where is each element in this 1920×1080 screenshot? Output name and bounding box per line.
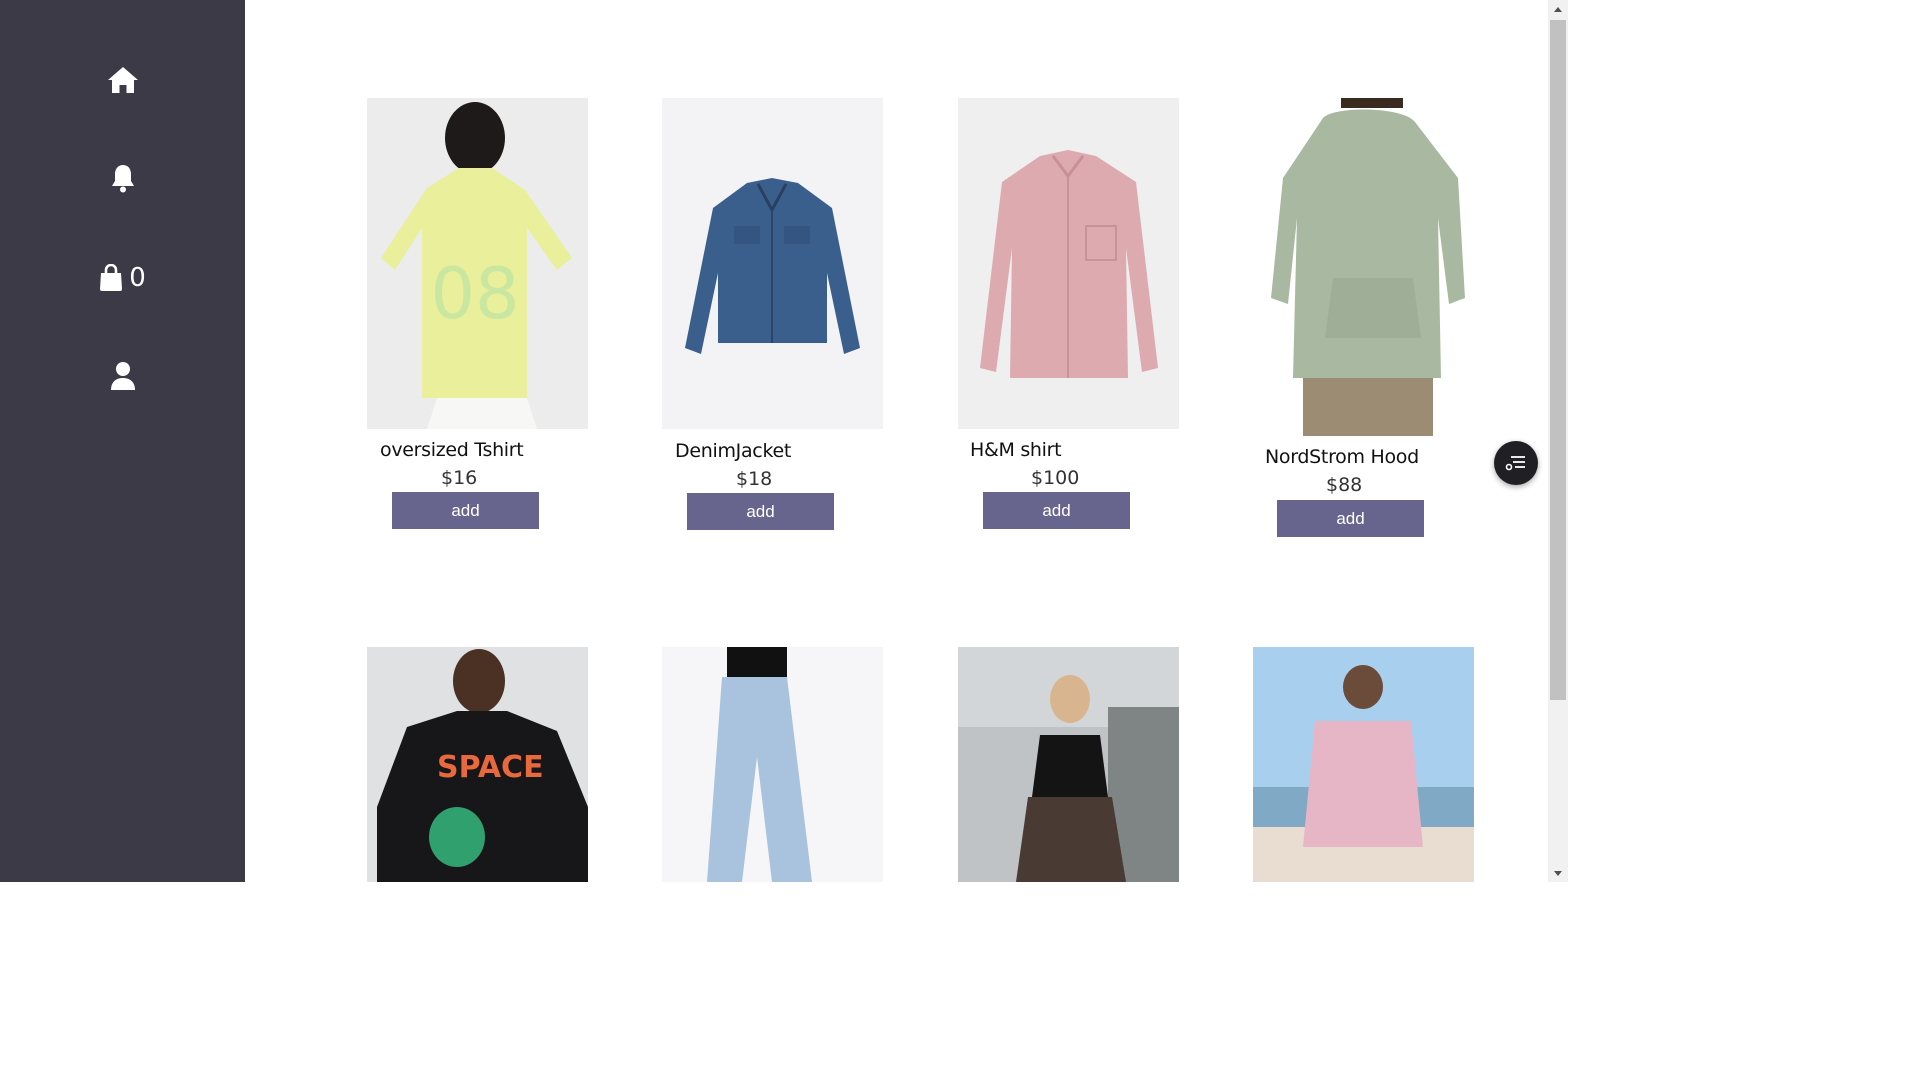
product-image[interactable]: 08	[367, 98, 588, 429]
svg-text:08: 08	[430, 253, 519, 335]
product-price: $100	[1031, 467, 1080, 489]
product-name: DenimJacket	[675, 440, 792, 462]
product-image[interactable]	[958, 98, 1179, 429]
nav-cart[interactable]: 0	[0, 260, 245, 296]
scroll-down-arrow[interactable]	[1548, 865, 1568, 882]
product-grid: 08 oversized Tshirt $16 add DenimJacket …	[245, 0, 1548, 882]
product-image[interactable]	[1253, 647, 1474, 882]
scroll-up-arrow[interactable]	[1548, 0, 1568, 17]
product-image[interactable]	[1253, 98, 1474, 436]
product-card: 08 oversized Tshirt $16 add	[367, 98, 588, 538]
nav-notifications[interactable]	[0, 160, 245, 196]
scrollbar[interactable]	[1548, 0, 1568, 882]
shopping-bag-icon	[100, 264, 123, 291]
product-price: $88	[1326, 474, 1363, 496]
product-card: DenimJacket $18 add	[662, 98, 883, 538]
product-card: NordStrom Hood $88 add	[1253, 98, 1474, 543]
user-icon	[110, 362, 135, 390]
product-image[interactable]	[662, 98, 883, 429]
sidebar: 0	[0, 0, 245, 882]
product-name: H&M shirt	[970, 439, 1062, 461]
nav-profile[interactable]	[0, 358, 245, 394]
product-name: NordStrom Hood	[1265, 446, 1419, 468]
add-to-cart-button[interactable]: add	[983, 492, 1130, 529]
product-name: oversized Tshirt	[380, 439, 524, 461]
product-image[interactable]	[662, 647, 883, 882]
svg-text:SPACE: SPACE	[437, 750, 544, 785]
nav-home[interactable]	[0, 62, 245, 98]
filter-button[interactable]	[1494, 441, 1538, 485]
cart-count: 0	[129, 263, 146, 293]
add-to-cart-button[interactable]: add	[687, 493, 834, 530]
bell-icon	[111, 165, 134, 193]
product-card: H&M shirt $100 add	[958, 98, 1179, 538]
home-icon	[107, 67, 138, 93]
product-image[interactable]: SPACE	[367, 647, 588, 882]
add-to-cart-button[interactable]: add	[392, 492, 539, 529]
product-price: $16	[441, 467, 478, 489]
product-image[interactable]	[958, 647, 1179, 882]
scroll-thumb[interactable]	[1550, 20, 1566, 700]
filter-list-icon	[1505, 456, 1525, 471]
add-to-cart-button[interactable]: add	[1277, 500, 1424, 537]
product-price: $18	[736, 468, 773, 490]
